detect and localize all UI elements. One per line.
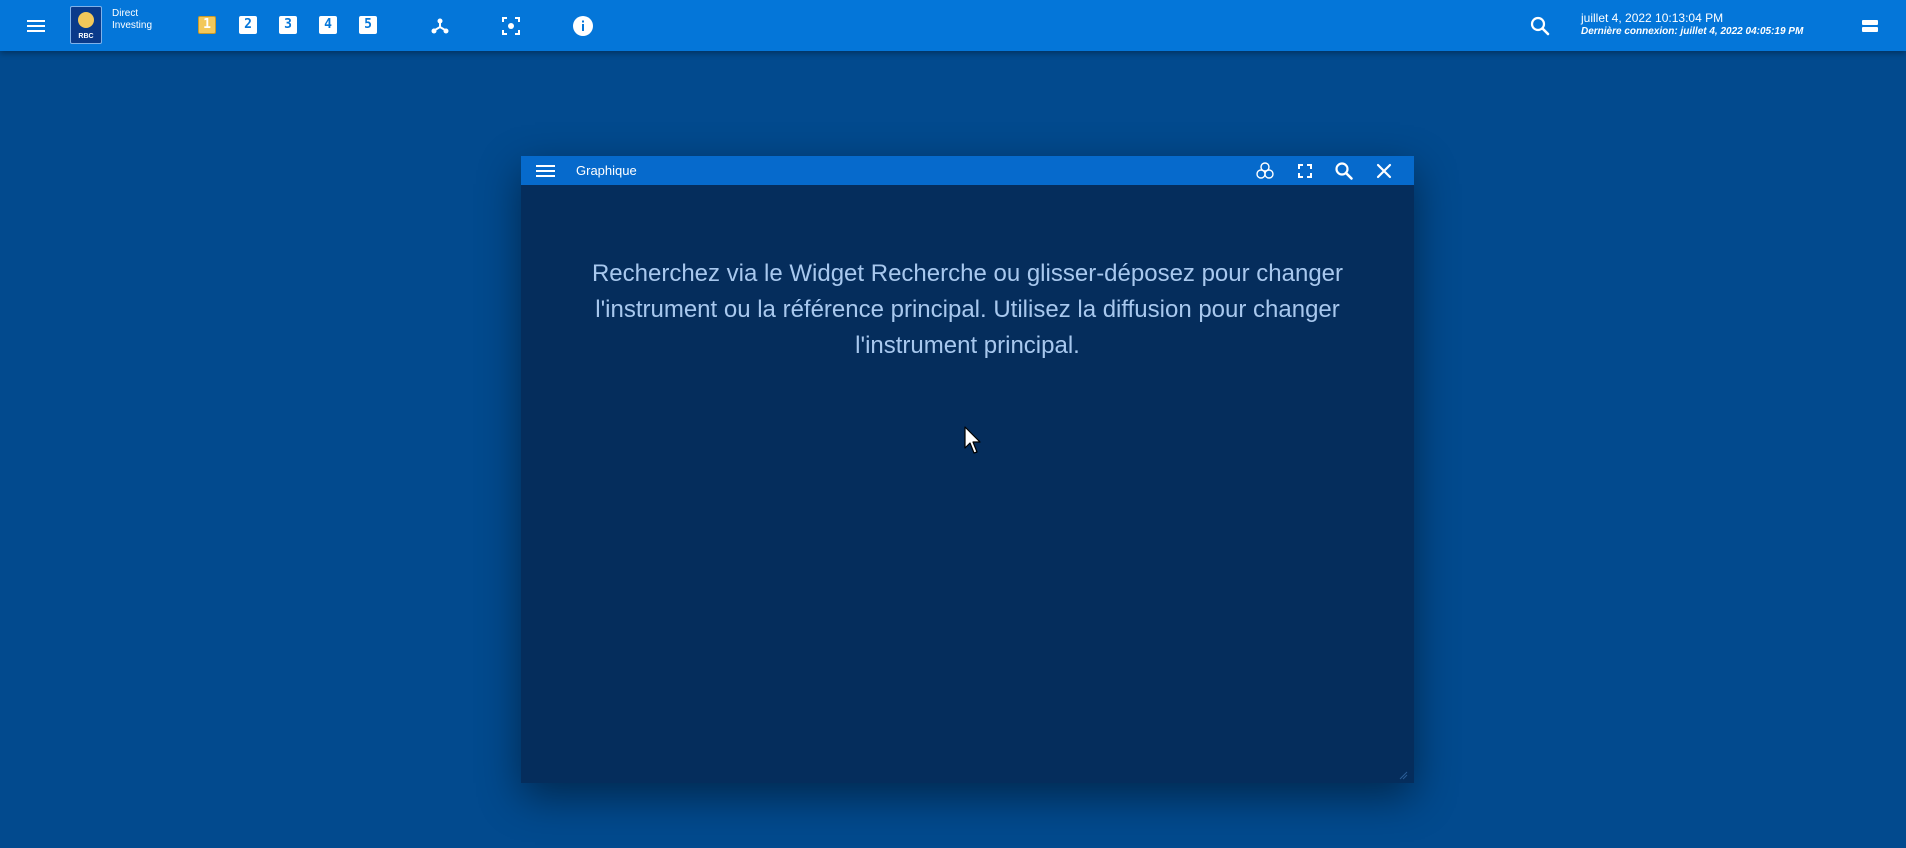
widget-title: Graphique: [576, 163, 637, 178]
last-login: Dernière connexion: juillet 4, 2022 04:0…: [1581, 26, 1804, 37]
global-search-button[interactable]: [1528, 14, 1552, 38]
current-datetime: juillet 4, 2022 10:13:04 PM: [1581, 11, 1724, 25]
focus-icon: [502, 17, 520, 35]
session-info: juillet 4, 2022 10:13:04 PM Dernière con…: [1581, 11, 1821, 38]
brand-line-2: Investing: [112, 20, 153, 31]
info-icon: [573, 16, 593, 36]
workspace-tab-3[interactable]: 3: [279, 16, 297, 34]
resize-grip-icon: [1399, 771, 1408, 780]
top-toolbar: RBC Direct Investing 1 2 3 4 5 juillet 4…: [0, 0, 1906, 51]
chart-widget: Graphique Recherchez via le Widget Reche…: [521, 156, 1414, 783]
widget-search-button[interactable]: [1332, 159, 1356, 183]
main-menu-button[interactable]: [22, 14, 50, 38]
close-widget-button[interactable]: [1372, 159, 1396, 183]
layout-icon: [1862, 20, 1878, 32]
maximize-button[interactable]: [1293, 159, 1317, 183]
link-channels-button[interactable]: [1253, 159, 1277, 183]
widget-header: Graphique: [521, 156, 1414, 185]
hamburger-menu-icon: [27, 20, 45, 32]
empty-state-message: Recherchez via le Widget Recherche ou gl…: [591, 260, 1344, 359]
maximize-icon: [1298, 164, 1312, 178]
resize-handle[interactable]: [1398, 767, 1408, 780]
hamburger-menu-icon: [536, 165, 555, 177]
network-button[interactable]: [428, 14, 452, 38]
info-button[interactable]: [571, 14, 595, 38]
workspace-tab-1[interactable]: 1: [198, 16, 216, 34]
workspace-tab-5[interactable]: 5: [359, 16, 377, 34]
search-icon: [1335, 162, 1353, 180]
brand-line-1: Direct: [112, 8, 139, 19]
close-icon: [1376, 163, 1392, 179]
workspace-tab-2[interactable]: 2: [239, 16, 257, 34]
link-channels-icon: [1256, 162, 1274, 179]
logo-text: RBC: [78, 33, 93, 40]
search-icon: [1530, 16, 1550, 36]
focus-button[interactable]: [499, 14, 523, 38]
mouse-cursor-icon: [964, 426, 984, 456]
workspace-tab-4[interactable]: 4: [319, 16, 337, 34]
network-icon: [431, 18, 449, 34]
widget-menu-button[interactable]: [533, 159, 557, 183]
brand-name: Direct Investing: [112, 8, 172, 32]
layout-button[interactable]: [1858, 14, 1882, 38]
rbc-logo: RBC: [70, 6, 102, 44]
